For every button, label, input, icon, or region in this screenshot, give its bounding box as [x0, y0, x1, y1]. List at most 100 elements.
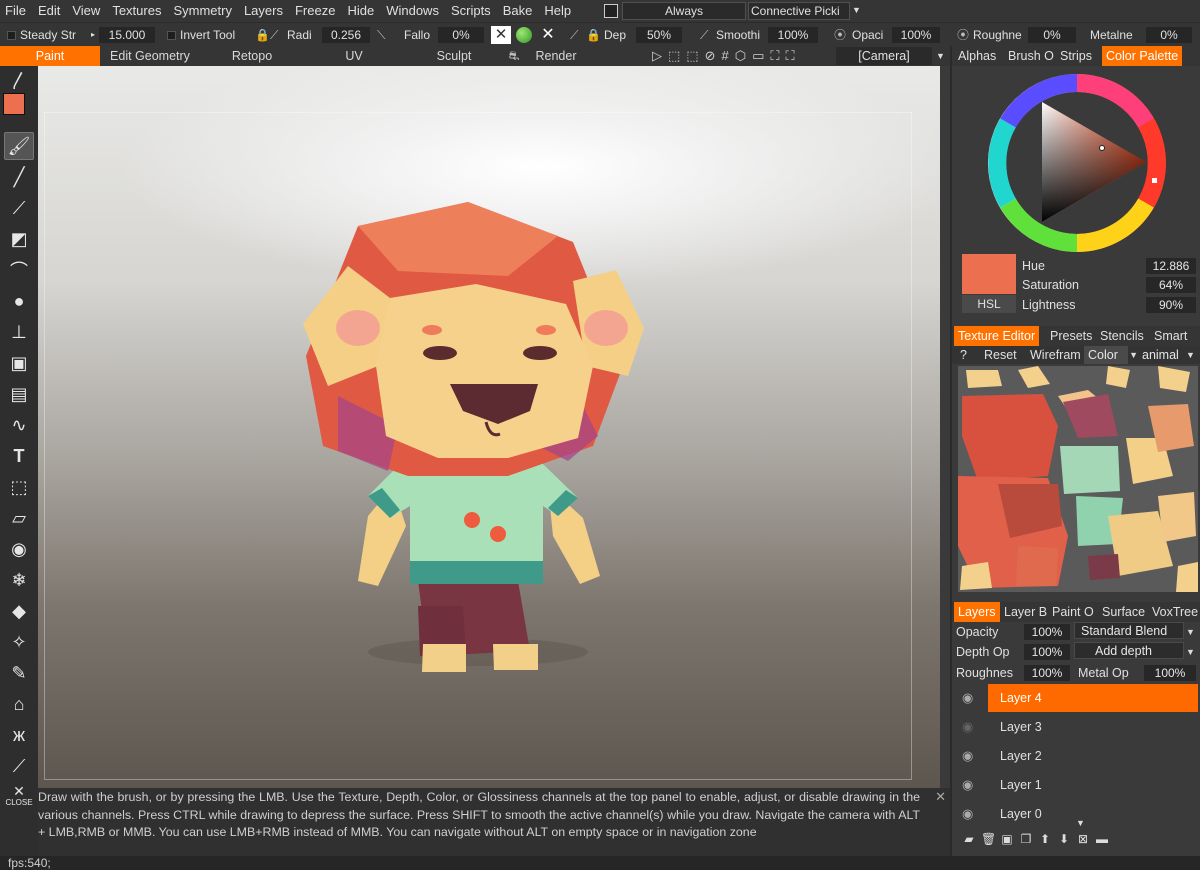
tab-strips[interactable]: Strips [1060, 46, 1092, 66]
metalness-value[interactable]: 0% [1146, 27, 1192, 43]
split-brush-icon[interactable]: ◩ [4, 225, 34, 253]
tab-surface[interactable]: Surface [1102, 602, 1145, 622]
folder-icon[interactable]: ▬ [1095, 832, 1109, 846]
ban-icon[interactable]: ⊘ [705, 48, 716, 64]
tab-edit-geometry[interactable]: Edit Geometry [100, 46, 200, 66]
paint-brush-icon[interactable]: 🖌 [4, 132, 34, 160]
line-icon[interactable]: ╱ [4, 163, 34, 191]
depth-mode-dropdown[interactable]: Add depth [1074, 642, 1184, 659]
camera-dropdown[interactable]: [Camera] [836, 47, 932, 65]
eye-icon[interactable]: ◉ [4, 535, 34, 563]
play-icon[interactable]: ▷ [652, 48, 662, 64]
tab-alphas[interactable]: Alphas [958, 46, 996, 66]
visibility-eye-icon[interactable]: ◉ [962, 748, 982, 764]
layer-item[interactable]: ◉ Layer 3 [960, 713, 1198, 741]
connective-picking-dropdown[interactable]: Connective Picki [748, 2, 850, 20]
menu-symmetry[interactable]: Symmetry [167, 0, 238, 22]
smoothing-value[interactable]: 100% [768, 27, 818, 43]
lock-icon[interactable]: 🔒 [255, 26, 270, 44]
menu-file[interactable]: File [0, 0, 32, 22]
chevron-down-icon[interactable]: ▼ [852, 5, 861, 15]
text-icon[interactable]: T [4, 442, 34, 470]
menu-scripts[interactable]: Scripts [445, 0, 497, 22]
menu-layers[interactable]: Layers [238, 0, 289, 22]
steady-stroke-value[interactable]: 15.000 [99, 27, 155, 43]
pen-mode-icon[interactable]: ⬚ [686, 48, 698, 64]
always-checkbox[interactable] [604, 4, 618, 18]
smudge-icon[interactable]: ⌒ [4, 256, 34, 284]
iron-icon[interactable]: ⌂ [4, 690, 34, 718]
select-frame-icon[interactable]: ⬚ [4, 473, 34, 501]
close-toolbar-button[interactable]: ✕ CLOSE [4, 784, 34, 808]
hue-value[interactable]: 12.886 [1146, 258, 1196, 274]
visibility-eye-icon[interactable]: ◉ [962, 719, 982, 735]
curve-icon[interactable]: ∿ [4, 411, 34, 439]
merge-icon[interactable]: ▣ [1000, 832, 1014, 846]
close-icon[interactable]: ✕ [935, 788, 946, 806]
menu-edit[interactable]: Edit [32, 0, 66, 22]
magic-wand-icon[interactable]: ✧ [4, 628, 34, 656]
radius-value[interactable]: 0.256 [322, 27, 370, 43]
chevron-down-icon[interactable]: ▼ [1076, 818, 1085, 828]
layer-opacity-value[interactable]: 100% [1024, 624, 1070, 640]
menu-bake[interactable]: Bake [497, 0, 539, 22]
tab-presets[interactable]: Presets [1050, 326, 1092, 346]
steady-stroke-checkbox[interactable] [7, 31, 16, 40]
chevron-down-icon[interactable]: ▼ [936, 51, 945, 61]
depth-opacity-value[interactable]: 100% [1024, 644, 1070, 660]
layer-item[interactable]: ◉ Layer 4 [960, 684, 1198, 712]
tab-stencils[interactable]: Stencils [1100, 326, 1144, 346]
color-channel-icon[interactable] [516, 27, 532, 43]
tab-voxtree[interactable]: VoxTree [1152, 602, 1198, 622]
grid-icon[interactable]: # [722, 48, 729, 64]
wireframe-toggle[interactable]: Wirefram [1030, 346, 1081, 364]
tab-retopo[interactable]: Retopo [200, 46, 304, 66]
tab-layer-blending[interactable]: Layer B [1004, 602, 1047, 622]
current-color-swatch[interactable] [962, 254, 1016, 294]
arrow-up-icon[interactable]: ⬆ [1038, 832, 1052, 846]
chevron-down-icon[interactable]: ▼ [1186, 627, 1195, 637]
hsl-mode-button[interactable]: HSL [962, 295, 1016, 313]
tab-paint[interactable]: Paint [0, 46, 100, 66]
tab-sculpt[interactable]: Sculpt [404, 46, 504, 66]
tab-color-palette[interactable]: Color Palette [1102, 46, 1183, 66]
primary-color-swatch[interactable] [3, 93, 25, 115]
trash-icon[interactable]: 🗑 [981, 832, 996, 846]
lock-icon[interactable]: 🔒 [586, 26, 601, 44]
menu-hide[interactable]: Hide [341, 0, 380, 22]
fit-icon[interactable]: ⛶ [770, 48, 779, 64]
stamp-icon[interactable]: ⊥ [4, 318, 34, 346]
visibility-eye-icon[interactable]: ◉ [962, 777, 982, 793]
fill-bucket-icon[interactable]: ◆ [4, 597, 34, 625]
spray-icon[interactable]: ⟋ [4, 194, 34, 222]
menu-windows[interactable]: Windows [380, 0, 445, 22]
ruler-icon[interactable]: ⟋ [4, 752, 34, 780]
visibility-eye-icon[interactable]: ◉ [962, 806, 982, 822]
image-icon[interactable]: ▣ [4, 349, 34, 377]
butterfly-icon[interactable]: ж [4, 721, 34, 749]
perspective-icon[interactable]: ▭ [752, 48, 764, 64]
roughness-value[interactable]: 0% [1028, 27, 1076, 43]
tab-brush-options[interactable]: Brush O [1008, 46, 1054, 66]
tab-texture-editor[interactable]: Texture Editor [954, 326, 1040, 346]
tab-paint-objects[interactable]: Paint O [1052, 602, 1094, 622]
layer-roughness-value[interactable]: 100% [1024, 665, 1070, 681]
menu-freeze[interactable]: Freeze [289, 0, 341, 22]
duplicate-icon[interactable]: ❐ [1019, 832, 1033, 846]
uv-texture-preview[interactable] [958, 366, 1198, 592]
document-icon[interactable]: ▤ [4, 380, 34, 408]
3d-viewport[interactable] [38, 66, 950, 788]
tab-render[interactable]: Render [524, 46, 588, 66]
pen-icon[interactable]: ✎ [4, 659, 34, 687]
visibility-eye-icon[interactable]: ◉ [962, 690, 982, 706]
menu-textures[interactable]: Textures [106, 0, 167, 22]
clear-layer-icon[interactable]: ⊠ [1076, 832, 1090, 846]
menu-help[interactable]: Help [538, 0, 577, 22]
always-dropdown[interactable]: Always ▼ [622, 2, 758, 20]
opacity-value[interactable]: 100% [892, 27, 940, 43]
lightness-value[interactable]: 90% [1146, 297, 1196, 313]
eraser-icon[interactable]: ▱ [4, 504, 34, 532]
help-button[interactable]: ? [960, 346, 967, 364]
new-layer-icon[interactable]: ▰ [962, 832, 976, 846]
blend-mode-dropdown[interactable]: Standard Blend [1074, 622, 1184, 639]
